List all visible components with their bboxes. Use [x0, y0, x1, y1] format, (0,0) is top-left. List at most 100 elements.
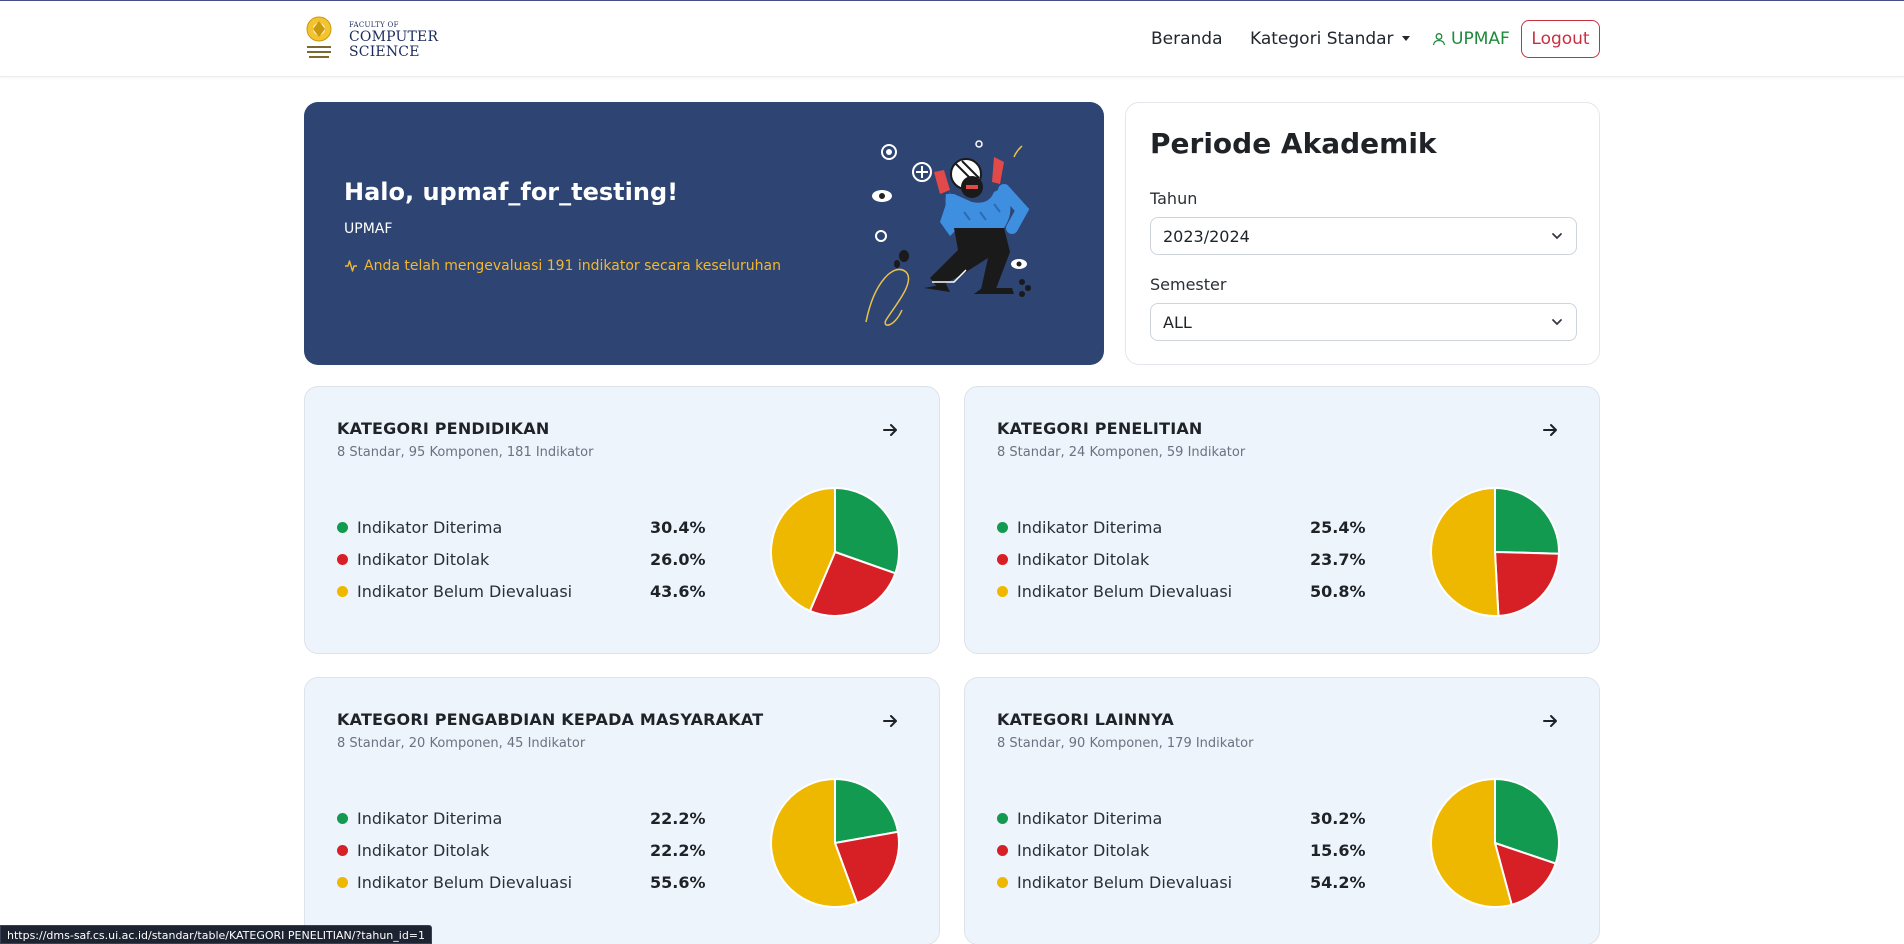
category-legend: Indikator Diterima 22.2% Indikator Ditola…	[337, 802, 717, 898]
rejected-dot-icon	[997, 844, 1008, 856]
arrow-right-icon[interactable]	[1541, 421, 1559, 439]
pending-dot-icon	[997, 585, 1008, 597]
accepted-dot-icon	[997, 521, 1008, 533]
period-title: Periode Akademik	[1150, 127, 1437, 160]
semester-select[interactable]: ALL	[1150, 303, 1577, 341]
legend-row-accepted: Indikator Diterima 30.2%	[997, 802, 1377, 834]
nav-user-label: UPMAF	[1451, 29, 1510, 49]
legend-value: 22.2%	[650, 808, 706, 828]
legend-value: 25.4%	[1310, 517, 1366, 537]
legend-row-pending: Indikator Belum Dievaluasi 43.6%	[337, 575, 717, 607]
accepted-dot-icon	[337, 521, 348, 533]
category-title: KATEGORI LAINNYA	[997, 710, 1174, 729]
logo-text-line2: SCIENCE	[349, 43, 420, 60]
year-select[interactable]: 2023/2024	[1150, 217, 1577, 255]
legend-value: 50.8%	[1310, 581, 1366, 601]
category-subtitle: 8 Standar, 95 Komponen, 181 Indikator	[337, 445, 594, 460]
arrow-right-icon[interactable]	[1541, 712, 1559, 730]
pie-chart	[1430, 487, 1560, 617]
pie-slice-pending	[1430, 487, 1500, 617]
category-legend: Indikator Diterima 30.2% Indikator Ditola…	[997, 802, 1377, 898]
legend-value: 43.6%	[650, 581, 706, 601]
legend-value: 26.0%	[650, 549, 706, 569]
nav-beranda[interactable]: Beranda	[1151, 29, 1223, 49]
category-card-penelitian[interactable]: KATEGORI PENELITIAN 8 Standar, 24 Kompon…	[964, 386, 1600, 654]
legend-value: 22.2%	[650, 840, 706, 860]
legend-value: 55.6%	[650, 872, 706, 892]
university-seal-icon	[303, 15, 335, 65]
semester-select-value: ALL	[1163, 312, 1192, 332]
category-card-pendidikan[interactable]: KATEGORI PENDIDIKAN 8 Standar, 95 Kompon…	[304, 386, 940, 654]
caret-down-icon	[1401, 36, 1410, 41]
link-preview-status-bar: https://dms-saf.cs.ui.ac.id/standar/tabl…	[0, 925, 433, 944]
category-subtitle: 8 Standar, 90 Komponen, 179 Indikator	[997, 736, 1254, 751]
legend-row-pending: Indikator Belum Dievaluasi 50.8%	[997, 575, 1377, 607]
category-card-pengabdian[interactable]: KATEGORI PENGABDIAN KEPADA MASYARAKAT 8 …	[304, 677, 940, 944]
legend-label: Indikator Ditolak	[357, 549, 490, 569]
category-subtitle: 8 Standar, 24 Komponen, 59 Indikator	[997, 445, 1246, 460]
legend-row-accepted: Indikator Diterima 30.4%	[337, 511, 717, 543]
arrow-right-icon[interactable]	[881, 421, 899, 439]
pie-chart	[770, 778, 900, 908]
legend-value: 30.4%	[650, 517, 706, 537]
legend-label: Indikator Belum Dievaluasi	[1017, 872, 1233, 892]
category-card-lainnya[interactable]: KATEGORI LAINNYA 8 Standar, 90 Komponen,…	[964, 677, 1600, 944]
legend-label: Indikator Diterima	[1017, 517, 1163, 537]
legend-row-pending: Indikator Belum Dievaluasi 55.6%	[337, 866, 717, 898]
pending-dot-icon	[997, 876, 1008, 888]
legend-value: 15.6%	[1310, 840, 1366, 860]
user-role: UPMAF	[344, 221, 393, 237]
legend-row-rejected: Indikator Ditolak 26.0%	[337, 543, 717, 575]
navbar: FACULTY OF COMPUTER SCIENCE Beranda Kate…	[0, 1, 1904, 77]
nav-kategori-dropdown[interactable]: Kategori Standar	[1250, 29, 1410, 49]
academic-period-card: Periode Akademik Tahun 2023/2024 Semeste…	[1125, 102, 1600, 365]
greeting-text: Halo, upmaf_for_testing!	[344, 178, 679, 206]
evaluation-note: Anda telah mengevaluasi 191 indikator se…	[344, 258, 781, 274]
logo-text-small: FACULTY OF	[349, 20, 399, 29]
pie-chart	[1430, 778, 1560, 908]
pending-dot-icon	[337, 876, 348, 888]
logo-text-line1: COMPUTER	[349, 28, 439, 45]
arrow-right-icon[interactable]	[881, 712, 899, 730]
chevron-down-icon	[1552, 233, 1562, 240]
logout-button[interactable]: Logout	[1521, 20, 1600, 58]
nav-kategori-label: Kategori Standar	[1250, 29, 1394, 49]
rejected-dot-icon	[337, 844, 348, 856]
category-subtitle: 8 Standar, 20 Komponen, 45 Indikator	[337, 736, 586, 751]
category-legend: Indikator Diterima 25.4% Indikator Ditola…	[997, 511, 1377, 607]
legend-label: Indikator Ditolak	[1017, 840, 1150, 860]
legend-label: Indikator Diterima	[1017, 808, 1163, 828]
pie-slice-accepted	[1494, 487, 1560, 555]
category-title: KATEGORI PENGABDIAN KEPADA MASYARAKAT	[337, 710, 764, 729]
legend-row-accepted: Indikator Diterima 22.2%	[337, 802, 717, 834]
legend-value: 23.7%	[1310, 549, 1366, 569]
hero-illustration	[865, 140, 1031, 326]
legend-row-accepted: Indikator Diterima 25.4%	[997, 511, 1377, 543]
legend-value: 30.2%	[1310, 808, 1366, 828]
accepted-dot-icon	[997, 812, 1008, 824]
legend-label: Indikator Belum Dievaluasi	[357, 581, 573, 601]
year-select-value: 2023/2024	[1163, 226, 1250, 246]
welcome-banner: Halo, upmaf_for_testing! UPMAF Anda tela…	[304, 102, 1104, 365]
legend-label: Indikator Diterima	[357, 517, 503, 537]
legend-value: 54.2%	[1310, 872, 1366, 892]
year-label: Tahun	[1150, 189, 1198, 208]
legend-label: Indikator Ditolak	[1017, 549, 1150, 569]
legend-label: Indikator Belum Dievaluasi	[357, 872, 573, 892]
legend-label: Indikator Diterima	[357, 808, 503, 828]
legend-row-rejected: Indikator Ditolak 15.6%	[997, 834, 1377, 866]
category-title: KATEGORI PENDIDIKAN	[337, 419, 550, 438]
semester-label: Semester	[1150, 275, 1227, 294]
user-icon	[1432, 33, 1446, 46]
legend-row-rejected: Indikator Ditolak 22.2%	[337, 834, 717, 866]
category-legend: Indikator Diterima 30.4% Indikator Ditola…	[337, 511, 717, 607]
pie-chart	[770, 487, 900, 617]
legend-row-pending: Indikator Belum Dievaluasi 54.2%	[997, 866, 1377, 898]
accepted-dot-icon	[337, 812, 348, 824]
faculty-logo[interactable]: FACULTY OF COMPUTER SCIENCE	[303, 14, 438, 66]
legend-label: Indikator Belum Dievaluasi	[1017, 581, 1233, 601]
pending-dot-icon	[337, 585, 348, 597]
pie-slice-rejected	[1493, 550, 1560, 617]
nav-user-link[interactable]: UPMAF	[1432, 29, 1510, 49]
activity-icon	[345, 260, 357, 272]
